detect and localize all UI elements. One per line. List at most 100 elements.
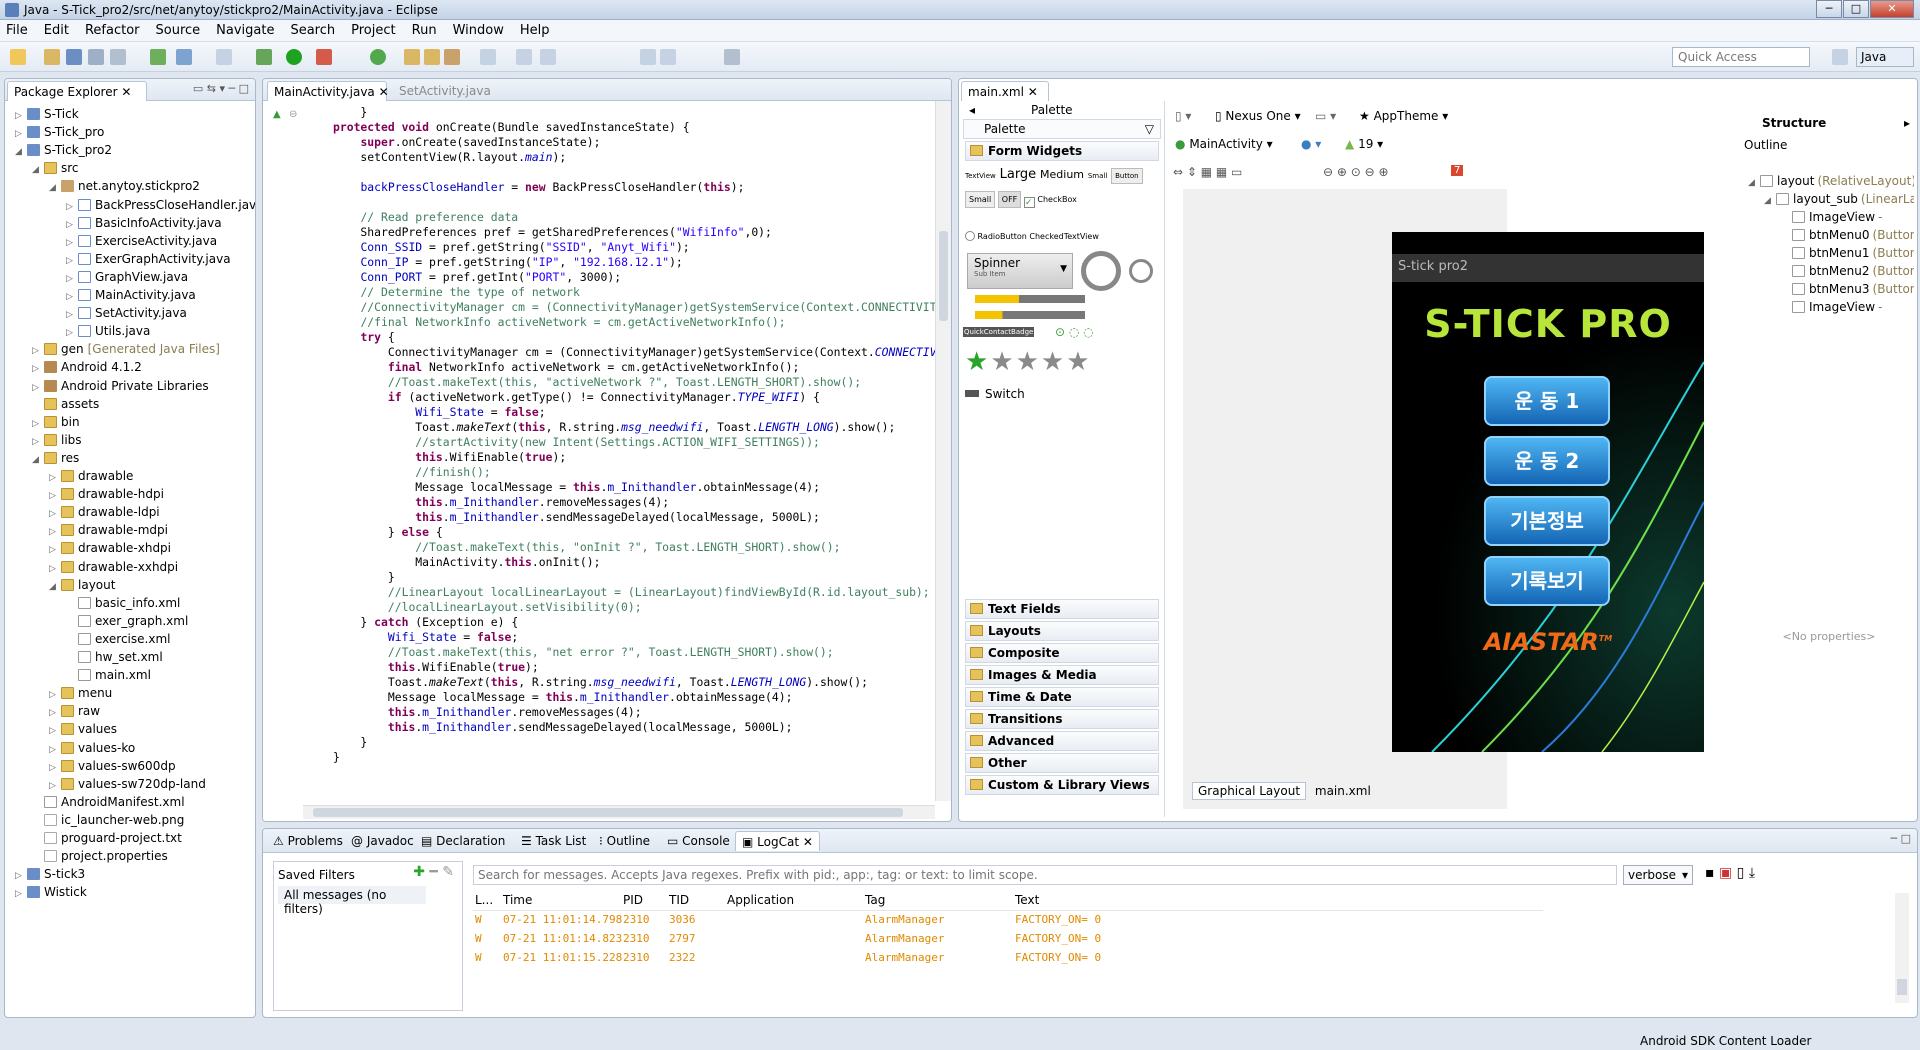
layout-actions-icons[interactable]: ⇔ ⇕ ▦ ▦ ▭	[1173, 165, 1242, 179]
palette-small-text[interactable]: Small	[1088, 172, 1107, 180]
tree-item[interactable]: ▷ gen [Generated Java Files]	[32, 340, 220, 358]
col-tag[interactable]: Tag	[865, 893, 885, 907]
tree-item[interactable]: project.properties	[32, 847, 168, 865]
palette-progressbar[interactable]	[1129, 259, 1153, 283]
expand-toggle-icon[interactable]: ◢	[49, 578, 61, 596]
api-level-dropdown[interactable]: ▲ 19 ▾	[1345, 137, 1383, 151]
palette-composite[interactable]: Composite	[965, 643, 1159, 663]
tree-item[interactable]: ▷ GraphView.java	[66, 268, 188, 286]
menu-help[interactable]: Help	[520, 23, 550, 38]
tree-item[interactable]: ▷ bin	[32, 413, 80, 431]
palette-layouts[interactable]: Layouts	[965, 621, 1159, 641]
log-level-select[interactable]: verbose ▾	[1623, 865, 1693, 885]
tree-item[interactable]: ◢ layout	[49, 576, 115, 594]
tab-setactivity[interactable]: SetActivity.java	[393, 81, 503, 101]
menu-edit[interactable]: Edit	[44, 23, 69, 38]
run-icon[interactable]	[286, 49, 302, 65]
add-filter-icon[interactable]: ✚	[413, 864, 425, 880]
edit-filter-icon[interactable]: ✎	[442, 864, 454, 880]
block-selection-icon[interactable]	[540, 49, 556, 65]
locale-globe-icon[interactable]: ● ▾	[1301, 137, 1321, 151]
tree-item[interactable]: ▷ BasicInfoActivity.java	[66, 214, 222, 232]
palette-medium-text[interactable]: Medium	[1040, 168, 1084, 181]
tree-item[interactable]: ic_launcher-web.png	[32, 811, 184, 829]
tree-item[interactable]: proguard-project.txt	[32, 829, 182, 847]
tab-main-xml[interactable]: main.xml ✕	[961, 81, 1049, 101]
logcat-scrollbar[interactable]	[1895, 893, 1909, 1003]
maximize-button[interactable]: □	[1843, 0, 1869, 18]
col-level[interactable]: L...	[475, 893, 493, 907]
palette-seekbar[interactable]	[975, 311, 1085, 319]
palette-small-button[interactable]: Small	[965, 191, 996, 208]
open-icon[interactable]	[44, 49, 60, 65]
col-pid[interactable]: PID	[623, 893, 643, 907]
tree-item[interactable]: ▷ values-sw600dp	[49, 757, 176, 775]
tree-item[interactable]: ▷ raw	[49, 702, 100, 720]
toggle-mark-icon[interactable]	[516, 49, 532, 65]
tree-item[interactable]: ◢ res	[32, 449, 79, 467]
log-row[interactable]: W 07-21 11:01:14.798 2310 3036 AlarmManager F…	[473, 913, 1543, 929]
palette-advanced[interactable]: Advanced	[965, 731, 1159, 751]
tree-item[interactable]: ▷ drawable-mdpi	[49, 521, 168, 539]
tree-item[interactable]: basic_info.xml	[66, 594, 180, 612]
tree-item[interactable]: ▷ drawable-hdpi	[49, 485, 164, 503]
outline-item[interactable]: ◢ layout (RelativeLayout)	[1748, 172, 1914, 190]
clear-log-icon[interactable]: ▣	[1719, 865, 1732, 881]
btn-menu0[interactable]: 운 동 1	[1484, 376, 1610, 426]
tree-item[interactable]: ▷ values-sw720dp-land	[49, 775, 206, 793]
print-icon[interactable]	[110, 49, 126, 65]
palette-time-date[interactable]: Time & Date	[965, 687, 1159, 707]
palette-textview[interactable]: TextView	[965, 172, 996, 180]
log-row[interactable]: W 07-21 11:01:14.823 2310 2797 AlarmManager F…	[473, 932, 1543, 948]
editor-vertical-scrollbar[interactable]	[935, 101, 951, 801]
menu-refactor[interactable]: Refactor	[85, 23, 140, 38]
tab-package-explorer[interactable]: Package Explorer ✕	[7, 81, 147, 101]
tree-item[interactable]: ◢ src	[32, 159, 79, 177]
outline-item[interactable]: btnMenu2(Button)	[1780, 262, 1914, 280]
palette-text-fields[interactable]: Text Fields	[965, 599, 1159, 619]
view-toolbar[interactable]: ▭ ⇆ ▾ ─ □	[193, 82, 249, 95]
tab-task-list[interactable]: ☰ Task List	[515, 831, 592, 851]
activity-dropdown[interactable]: ● MainActivity ▾	[1175, 137, 1273, 151]
palette-dropdown[interactable]: Palette ▽	[963, 119, 1161, 139]
tree-item[interactable]: ▷ ExerciseActivity.java	[66, 232, 217, 250]
radio-group-icon[interactable]: ⊙ ◌ ◌	[1055, 325, 1094, 339]
error-count-badge[interactable]: 7	[1451, 165, 1464, 176]
tree-item[interactable]: ▷ S-Tick_pro	[15, 123, 104, 141]
outline-item[interactable]: btnMenu1(Button)	[1780, 244, 1914, 262]
open-task-icon[interactable]	[424, 49, 440, 65]
tree-item[interactable]: ▷ Android 4.1.2	[32, 358, 142, 376]
tree-item[interactable]: ▷ drawable-ldpi	[49, 503, 160, 521]
outline-item[interactable]: ◢ layout_sub(LinearLayout)	[1764, 190, 1914, 208]
palette-large-text[interactable]: Large	[1000, 167, 1037, 182]
tree-item[interactable]: ▷ Android Private Libraries	[32, 377, 209, 395]
tree-item[interactable]: ▷ values-ko	[49, 739, 135, 757]
tree-item[interactable]: ▷ S-tick3	[15, 865, 85, 883]
palette-collapse-icon[interactable]: ◂	[969, 103, 975, 117]
expand-toggle-icon[interactable]: ◢	[32, 161, 44, 179]
btn-menu1[interactable]: 운 동 2	[1484, 436, 1610, 486]
android-sdk-icon[interactable]	[150, 49, 166, 65]
logcat-search-input[interactable]	[473, 865, 1617, 885]
menu-run[interactable]: Run	[412, 23, 437, 38]
scroll-lock-icon[interactable]: ⤓	[1749, 865, 1755, 881]
tab-outline[interactable]: ⁝ Outline	[593, 831, 656, 851]
tab-declaration[interactable]: ▤ Declaration	[415, 831, 511, 851]
tab-javadoc[interactable]: @ Javadoc	[345, 831, 420, 851]
palette-checkedtextview[interactable]: CheckedTextView	[1029, 232, 1099, 241]
close-button[interactable]: ✕	[1870, 0, 1914, 18]
outline-item[interactable]: ImageView -	[1780, 298, 1882, 316]
debug-icon[interactable]	[256, 49, 272, 65]
col-application[interactable]: Application	[727, 893, 794, 907]
expand-toggle-icon[interactable]: ◢	[15, 143, 27, 161]
tree-item[interactable]: ▷ ExerGraphActivity.java	[66, 250, 231, 268]
code-editor[interactable]: ▲ ⊖ } protected void onCreate(Bundle sav…	[263, 101, 951, 821]
tree-item[interactable]: ▷ values	[49, 720, 117, 738]
tree-item[interactable]: ◢ net.anytoy.stickpro2	[49, 177, 200, 195]
device-dropdown[interactable]: ▯ Nexus One ▾	[1215, 109, 1301, 123]
outline-item[interactable]: ImageView -	[1780, 208, 1882, 226]
orientation-icon[interactable]: ▭ ▾	[1315, 109, 1336, 123]
fold-icon[interactable]: ⊖	[289, 109, 297, 120]
toggle-filters-icon[interactable]: ▯	[1737, 865, 1745, 881]
palette-custom-library-views[interactable]: Custom & Library Views	[965, 775, 1159, 795]
